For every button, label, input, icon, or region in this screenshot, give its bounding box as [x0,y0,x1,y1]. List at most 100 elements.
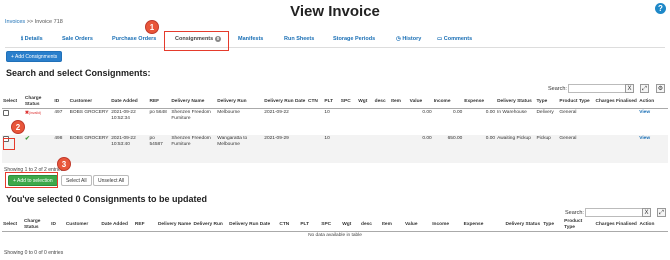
tab-storage-periods[interactable]: Storage Periods [333,30,375,48]
column-header[interactable]: REF [148,95,171,109]
cell-spc [339,108,358,135]
column-header[interactable]: PLT [299,218,321,232]
cell-desc [373,108,391,135]
column-header[interactable]: Delivery Name [156,218,193,232]
cell-run-date: 2021-09-22 [263,108,308,135]
column-header[interactable]: Expense [463,95,497,109]
gear-icon[interactable]: ⚙ [656,84,665,93]
view-link[interactable]: View [639,110,650,115]
cell-product-type: General [558,134,595,163]
column-header[interactable]: Select [2,95,24,109]
clear-search-button[interactable]: X [625,84,634,93]
help-icon[interactable]: ? [655,3,666,14]
column-header[interactable]: Select [2,218,23,232]
empty-table-message: No data available in table [2,231,668,240]
expand-icon[interactable]: ⤢ [657,208,666,217]
column-header[interactable]: Product Type [558,95,595,109]
column-header[interactable]: Customer [68,95,111,109]
column-header[interactable]: Charges Finalised [594,95,639,109]
tab-label: Sale Orders [62,36,93,42]
breadcrumb-separator: >> [26,19,34,25]
column-header[interactable]: Delivery Status [504,218,543,232]
tab-comments[interactable]: ▭ Comments [437,30,472,48]
column-header[interactable]: Delivery Run Date [228,218,279,232]
column-header[interactable]: Item [380,218,404,232]
column-header[interactable]: Charges Finalised [594,218,639,232]
column-header[interactable]: PLT [323,95,340,109]
highlight-box-checkbox [3,138,15,150]
column-header[interactable]: Date Added [110,95,149,109]
column-header[interactable]: desc [360,218,381,232]
column-header[interactable]: Type [542,218,564,232]
column-header[interactable]: REF [133,218,157,232]
column-header[interactable]: Action [638,95,668,109]
cell-delivery-name: Shenzen Freedom Furniture [170,108,217,135]
table-row: No data available in table [2,231,668,240]
select-all-button[interactable]: Select All [61,175,92,186]
cell-charges-finalised [594,108,639,135]
column-header[interactable]: ID [53,95,69,109]
column-header[interactable]: SPC [339,95,358,109]
column-header[interactable]: Wgt [357,95,374,109]
column-header[interactable]: Customer [64,218,101,232]
cell-value: 0.00 [408,134,433,163]
column-header[interactable]: SPC [320,218,342,232]
column-header[interactable]: Wgt [341,218,361,232]
column-header[interactable]: Item [390,95,409,109]
cell-ref: po 5648 [148,108,171,135]
column-header[interactable]: Income [432,95,464,109]
search-label: Search: [565,210,584,216]
breadcrumb-invoices-link[interactable]: Invoices [5,19,25,25]
annotation-marker-3: 3 [57,157,71,171]
column-header[interactable]: CTN [278,218,300,232]
cell-income: 650.00 [432,134,464,163]
column-header[interactable]: Product Type [563,218,595,232]
cell-income: 0.00 [432,108,464,135]
column-header[interactable]: desc [373,95,391,109]
section-title-search: Search and select Consignments: [6,68,151,78]
column-header[interactable]: Charge Status [23,95,54,109]
column-header[interactable]: Delivery Run Date [263,95,308,109]
column-header[interactable]: Expense [462,218,505,232]
tab-manifests[interactable]: Manifests [238,30,263,48]
cell-delivery-run: Wangaratta to Melbourne [216,134,264,163]
table-header-row: Select Charge Status ID Customer Date Ad… [2,95,668,109]
tab-run-sheets[interactable]: Run Sheets [284,30,314,48]
tab-history[interactable]: ◷ History [396,30,421,48]
tab-sale-orders[interactable]: Sale Orders [62,30,93,48]
column-header[interactable]: Income [431,218,463,232]
column-header[interactable]: CTN [307,95,324,109]
expand-icon[interactable]: ⤢ [640,84,649,93]
column-header[interactable]: Delivery Run [192,218,229,232]
cell-ref: po 54587 [148,134,171,163]
column-header[interactable]: Action [638,218,668,232]
clear-search-button[interactable]: X [642,208,651,217]
cell-delivery-status: Awaiting Pickup [496,134,536,163]
cell-type: Delivery [535,108,559,135]
selected-search-input[interactable] [585,208,643,217]
cell-ctn [307,108,324,135]
highlight-box-add-to-selection [5,172,58,188]
column-header[interactable]: Delivery Status [496,95,536,109]
column-header[interactable]: ID [50,218,65,232]
view-link[interactable]: View [639,136,650,141]
tab-details[interactable]: ℹ Details [21,30,43,48]
column-header[interactable]: Value [404,218,432,232]
add-consignments-button[interactable]: + Add Consignments [6,51,63,62]
select-checkbox[interactable] [3,110,9,116]
tab-label: Details [24,36,43,42]
search-input[interactable] [568,84,626,93]
column-header[interactable]: Delivery Name [170,95,217,109]
cell-spc [339,134,358,163]
column-header[interactable]: Value [408,95,433,109]
breadcrumb: Invoices >> Invoice 718 [5,19,63,25]
column-header[interactable]: Delivery Run [216,95,264,109]
cell-delivery-run: Melbourne [216,108,264,135]
column-header[interactable]: Charge Status [22,218,51,232]
cell-charges-finalised [594,134,639,163]
unselect-all-button[interactable]: Unselect All [93,175,130,186]
column-header[interactable]: Date Added [100,218,134,232]
cell-product-type: General [558,108,595,135]
cell-id: 497 [53,108,69,135]
column-header[interactable]: Type [535,95,559,109]
